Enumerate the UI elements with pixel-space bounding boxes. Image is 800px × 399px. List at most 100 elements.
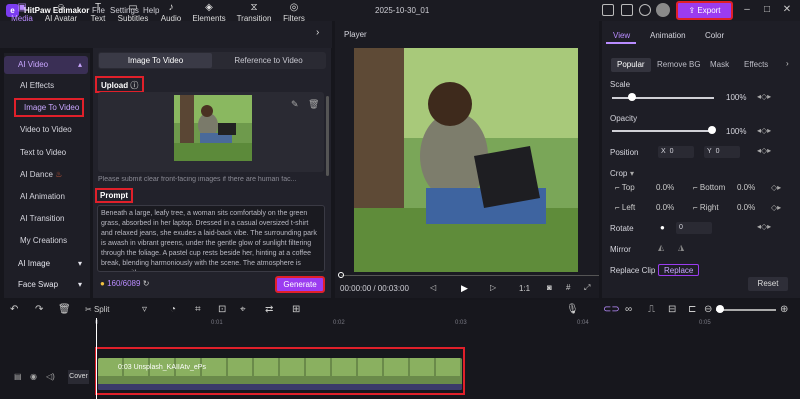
- trash-icon[interactable]: 🗑: [308, 99, 319, 110]
- sidebar-item-my-creations[interactable]: My Creations: [6, 232, 84, 250]
- sidebar-item-video-to-video[interactable]: Video to Video: [6, 121, 84, 139]
- tab-view[interactable]: View: [613, 31, 630, 40]
- avatar[interactable]: [656, 3, 670, 17]
- video-preview[interactable]: [354, 48, 578, 272]
- crop-right-field[interactable]: ⌐ Right: [693, 203, 719, 212]
- play-icon[interactable]: ▶: [461, 283, 468, 294]
- grid-icon[interactable]: #: [566, 283, 570, 292]
- tab-reference-to-video[interactable]: Reference to Video: [212, 53, 325, 68]
- mic-icon[interactable]: 🎙: [566, 304, 579, 315]
- playhead[interactable]: [96, 318, 97, 399]
- fullscreen-icon[interactable]: ⤢: [584, 283, 590, 293]
- keyframe-icon[interactable]: ◇▸: [771, 203, 781, 212]
- magnet-icon[interactable]: ⊂⊃: [603, 304, 620, 315]
- keyframe-icon[interactable]: ◇▸: [771, 183, 781, 192]
- chip-mask[interactable]: Mask: [704, 58, 735, 72]
- chevron-right-icon[interactable]: ›: [786, 59, 789, 68]
- video-clip[interactable]: [98, 358, 462, 390]
- keyframe-icon[interactable]: ◂◇▸: [757, 126, 771, 135]
- close-icon[interactable]: ✕: [780, 3, 794, 17]
- prompt-textarea[interactable]: Beneath a large, leafy tree, a woman sit…: [97, 205, 325, 272]
- keyframe-icon[interactable]: ◂◇▸: [757, 92, 771, 101]
- reverse-icon[interactable]: ⇄: [265, 304, 273, 315]
- scale-handle[interactable]: [628, 93, 636, 101]
- crop-right-value[interactable]: 0.0%: [737, 203, 755, 212]
- keyframe-icon[interactable]: ◂◇▸: [757, 146, 771, 155]
- progress-track[interactable]: [341, 275, 599, 276]
- edit-icon[interactable]: ✎: [291, 99, 299, 110]
- crop-top-value[interactable]: 0.0%: [656, 183, 674, 192]
- feedback-icon[interactable]: [621, 4, 633, 16]
- tab-animation[interactable]: Animation: [650, 31, 686, 40]
- monitor-icon[interactable]: [602, 4, 614, 16]
- prev-frame-icon[interactable]: ◁: [430, 283, 436, 292]
- sidebar-item-ai-video[interactable]: AI Video ▴: [4, 56, 88, 74]
- crop-left-value[interactable]: 0.0%: [656, 203, 674, 212]
- tab-media[interactable]: ▣ Media: [0, 2, 44, 23]
- crop-bottom-value[interactable]: 0.0%: [737, 183, 755, 192]
- audio-sync-icon[interactable]: ⎍: [648, 304, 655, 315]
- maximize-icon[interactable]: □: [760, 3, 774, 17]
- volume-icon[interactable]: ◁): [46, 372, 55, 381]
- link-icon[interactable]: ∞: [625, 304, 632, 315]
- crop-top-field[interactable]: ⌐ Top: [615, 183, 635, 192]
- keyframe-icon[interactable]: ◂◇▸: [757, 222, 771, 231]
- snapshot-icon[interactable]: ◙: [547, 283, 552, 292]
- tab-color[interactable]: Color: [705, 31, 724, 40]
- mask-icon[interactable]: ⌖: [240, 304, 246, 315]
- delete-icon[interactable]: 🗑: [58, 304, 71, 315]
- tab-elements[interactable]: ◈ Elements: [187, 2, 231, 23]
- opacity-slider[interactable]: [612, 130, 714, 132]
- zoom-in-icon[interactable]: ⊕: [780, 304, 788, 315]
- zoom-slider[interactable]: [716, 309, 776, 311]
- chip-effects[interactable]: Effects: [738, 58, 774, 72]
- scrollbar[interactable]: [326, 96, 329, 176]
- split-button[interactable]: ✂ Split: [85, 305, 110, 314]
- crop-left-field[interactable]: ⌐ Left: [615, 203, 635, 212]
- cover-button[interactable]: Cover: [68, 370, 89, 384]
- crop-icon[interactable]: ⌗: [195, 304, 201, 315]
- scale-value[interactable]: 100%: [726, 93, 746, 102]
- rotate-dial-icon[interactable]: ●: [660, 223, 665, 232]
- chip-remove-bg[interactable]: Remove BG: [651, 58, 707, 72]
- zoom-out-icon[interactable]: ⊖: [704, 304, 712, 315]
- preview-icon[interactable]: ⊟: [668, 304, 676, 315]
- sidebar-item-ai-image[interactable]: AI Image ▾: [4, 255, 88, 273]
- generate-button[interactable]: Generate: [275, 276, 325, 293]
- aspect-ratio[interactable]: 1:1: [519, 284, 530, 293]
- lock-icon[interactable]: ▤: [14, 372, 22, 381]
- chevron-right-icon[interactable]: ›: [316, 27, 319, 38]
- more-icon[interactable]: ⊞: [292, 304, 300, 315]
- zoom-handle[interactable]: [716, 305, 724, 313]
- undo-icon[interactable]: ↶: [10, 304, 18, 315]
- position-y-field[interactable]: Y 0: [704, 146, 740, 158]
- freeze-icon[interactable]: ▿: [142, 304, 147, 315]
- minimize-icon[interactable]: –: [740, 3, 754, 17]
- sidebar-item-text-to-video[interactable]: Text to Video: [6, 144, 84, 162]
- opacity-value[interactable]: 100%: [726, 127, 746, 136]
- timeline-ruler[interactable]: 0 0:01 0:02 0:03 0:04 0:05: [95, 318, 800, 330]
- redo-icon[interactable]: ↷: [35, 304, 43, 315]
- tab-transition[interactable]: ⧖ Transition: [232, 2, 276, 23]
- next-frame-icon[interactable]: ▷: [490, 283, 496, 292]
- eye-icon[interactable]: ◉: [30, 372, 37, 381]
- crop-bottom-field[interactable]: ⌐ Bottom: [693, 183, 725, 192]
- flip-vertical-icon[interactable]: ◮: [678, 243, 684, 252]
- tab-image-to-video[interactable]: Image To Video: [99, 53, 212, 68]
- download-icon[interactable]: [639, 4, 651, 16]
- export-button[interactable]: ⇪ Export: [676, 1, 733, 20]
- position-x-field[interactable]: X 0: [658, 146, 694, 158]
- tab-filters[interactable]: ◎ Filters: [272, 2, 316, 23]
- rotate-field[interactable]: 0: [676, 222, 712, 234]
- reset-button[interactable]: Reset: [748, 277, 788, 291]
- refresh-icon[interactable]: ↻: [143, 279, 150, 288]
- sidebar-item-ai-effects[interactable]: AI Effects: [6, 77, 84, 95]
- sidebar-item-image-to-video[interactable]: Image To Video: [14, 98, 84, 117]
- sidebar-item-ai-animation[interactable]: AI Animation: [6, 188, 84, 206]
- chip-popular[interactable]: Popular: [611, 58, 651, 72]
- speed-icon[interactable]: ◔: [170, 304, 176, 315]
- chevron-down-icon[interactable]: ▾: [630, 169, 634, 178]
- progress-handle[interactable]: [338, 272, 344, 278]
- transform-icon[interactable]: ⊡: [218, 304, 226, 315]
- sidebar-item-face-swap[interactable]: Face Swap ▾: [4, 276, 88, 294]
